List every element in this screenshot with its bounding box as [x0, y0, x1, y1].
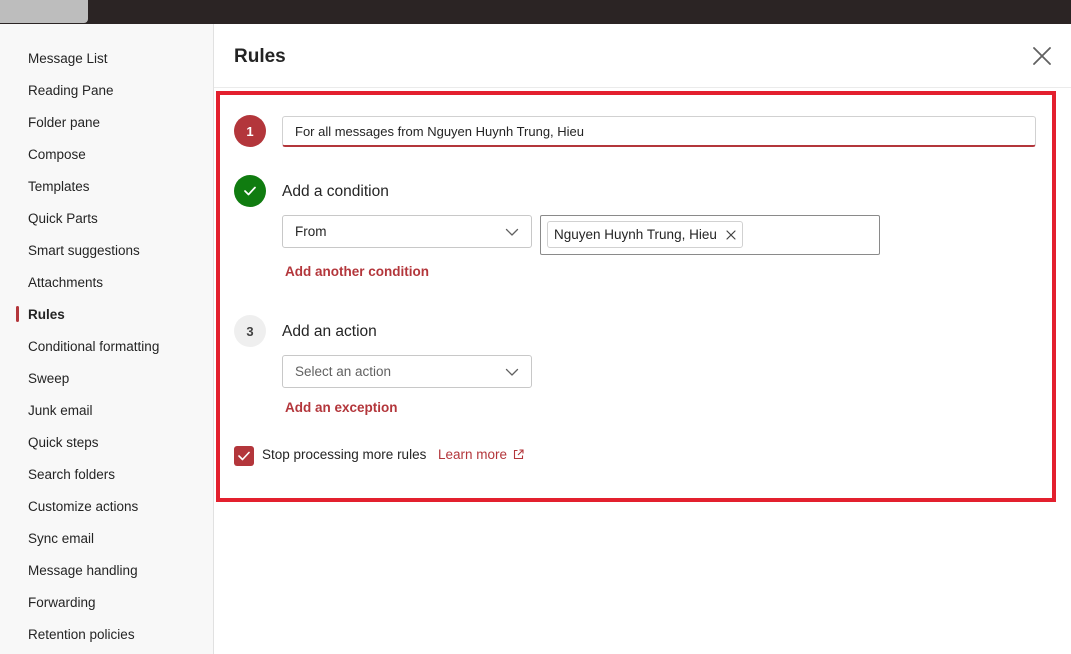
step-3-badge: 3 — [234, 315, 266, 347]
checkmark-icon — [238, 451, 250, 461]
sidebar-item-quick-parts[interactable]: Quick Parts — [28, 210, 98, 228]
remove-recipient-button[interactable] — [726, 229, 736, 240]
step-2-badge — [234, 175, 266, 207]
sidebar-item-attachments[interactable]: Attachments — [28, 274, 103, 292]
learn-more-link[interactable]: Learn more — [438, 447, 524, 462]
sidebar-item-junk-email[interactable]: Junk email — [28, 402, 93, 420]
rule-name-input[interactable] — [282, 116, 1036, 147]
sidebar-item-templates[interactable]: Templates — [28, 178, 90, 196]
step-1-badge: 1 — [234, 115, 266, 147]
sidebar-item-quick-steps[interactable]: Quick steps — [28, 434, 99, 452]
dismiss-icon — [726, 229, 736, 240]
sidebar-item-smart-suggestions[interactable]: Smart suggestions — [28, 242, 140, 260]
recipient-chip[interactable]: Nguyen Huynh Trung, Hieu — [547, 221, 743, 248]
window-top-bar — [0, 0, 1071, 24]
rules-panel: Rules 1 Add a condition From Nguyen Huyn… — [214, 24, 1071, 654]
sidebar-item-sweep[interactable]: Sweep — [28, 370, 69, 388]
stop-processing-checkbox[interactable] — [234, 446, 254, 466]
page-title: Rules — [234, 46, 286, 67]
action-dropdown[interactable]: Select an action — [282, 355, 532, 388]
sidebar-item-customize-actions[interactable]: Customize actions — [28, 498, 138, 516]
open-external-icon — [513, 449, 524, 460]
sidebar-item-rules[interactable]: Rules — [28, 306, 65, 324]
learn-more-label: Learn more — [438, 447, 508, 462]
checkmark-icon — [244, 186, 256, 196]
chevron-down-icon — [505, 368, 519, 376]
sidebar-item-search-folders[interactable]: Search folders — [28, 466, 115, 484]
recipient-chip-label: Nguyen Huynh Trung, Hieu — [554, 227, 717, 242]
sidebar-item-message-list[interactable]: Message List — [28, 50, 108, 68]
action-dropdown-placeholder: Select an action — [295, 364, 392, 379]
sender-picker[interactable]: Nguyen Huynh Trung, Hieu — [540, 215, 880, 255]
highlight-box — [216, 91, 1056, 502]
close-button[interactable] — [1028, 42, 1056, 70]
sidebar-item-retention-policies[interactable]: Retention policies — [28, 626, 135, 644]
sidebar-item-message-handling[interactable]: Message handling — [28, 562, 138, 580]
add-exception-link[interactable]: Add an exception — [285, 400, 398, 415]
add-action-title: Add an action — [282, 323, 377, 340]
settings-sidebar: Message List Reading Pane Folder pane Co… — [0, 24, 214, 654]
sidebar-item-forwarding[interactable]: Forwarding — [28, 594, 96, 612]
sidebar-item-sync-email[interactable]: Sync email — [28, 530, 94, 548]
header-divider — [214, 87, 1071, 88]
window-tab[interactable] — [0, 0, 88, 23]
chevron-down-icon — [505, 228, 519, 236]
sidebar-item-compose[interactable]: Compose — [28, 146, 86, 164]
sidebar-item-folder-pane[interactable]: Folder pane — [28, 114, 100, 132]
add-condition-title: Add a condition — [282, 183, 389, 200]
stop-processing-label: Stop processing more rules — [262, 447, 427, 462]
condition-dropdown-value: From — [295, 224, 327, 239]
close-icon — [1033, 47, 1051, 65]
sidebar-item-conditional-formatting[interactable]: Conditional formatting — [28, 338, 159, 356]
sidebar-item-reading-pane[interactable]: Reading Pane — [28, 82, 114, 100]
active-item-indicator — [16, 306, 19, 322]
add-another-condition-link[interactable]: Add another condition — [285, 264, 429, 279]
condition-dropdown[interactable]: From — [282, 215, 532, 248]
